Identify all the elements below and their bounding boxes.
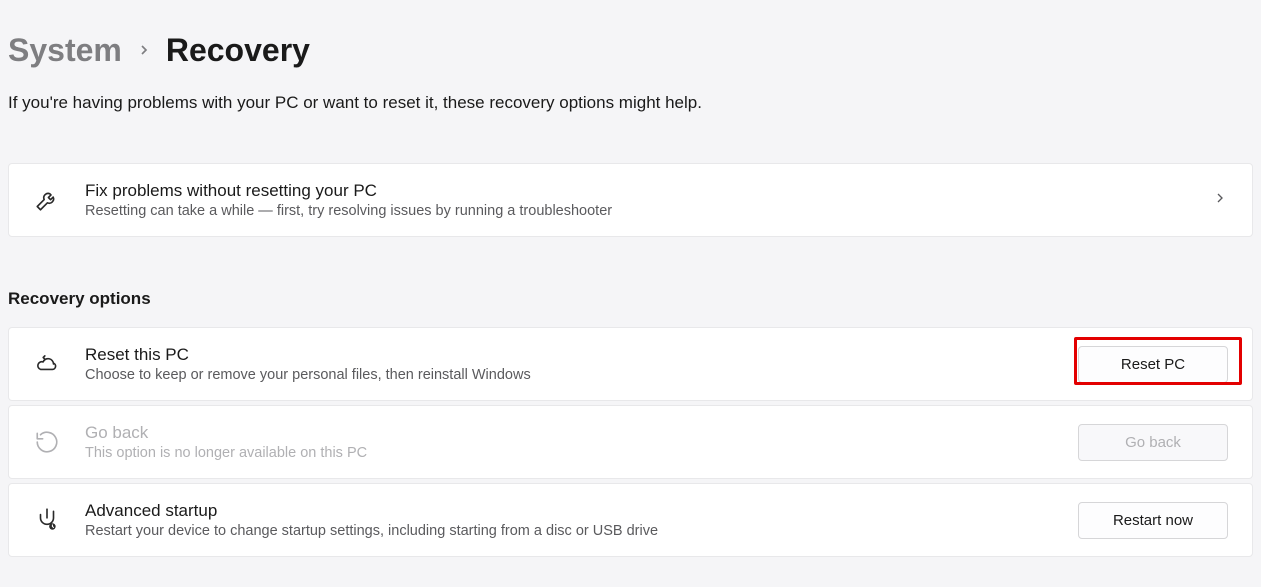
wrench-icon — [33, 186, 61, 214]
breadcrumb-parent-system[interactable]: System — [8, 32, 122, 69]
reset-pc-button[interactable]: Reset PC — [1078, 346, 1228, 383]
reset-pc-card: Reset this PC Choose to keep or remove y… — [8, 327, 1253, 401]
chevron-right-icon — [136, 38, 152, 64]
fix-problems-desc: Resetting can take a while — first, try … — [85, 203, 1212, 219]
cloud-reset-icon — [33, 350, 61, 378]
go-back-card: Go back This option is no longer availab… — [8, 405, 1253, 479]
recovery-options-label: Recovery options — [8, 289, 1253, 309]
go-back-desc: This option is no longer available on th… — [85, 445, 1078, 461]
fix-problems-card[interactable]: Fix problems without resetting your PC R… — [8, 163, 1253, 237]
advanced-startup-title: Advanced startup — [85, 501, 1078, 521]
go-back-button: Go back — [1078, 424, 1228, 461]
fix-problems-title: Fix problems without resetting your PC — [85, 181, 1212, 201]
breadcrumb: System Recovery — [8, 32, 1253, 69]
breadcrumb-current: Recovery — [166, 32, 310, 69]
advanced-startup-card: Advanced startup Restart your device to … — [8, 483, 1253, 557]
go-back-icon — [33, 428, 61, 456]
restart-now-button[interactable]: Restart now — [1078, 502, 1228, 539]
advanced-startup-icon — [33, 506, 61, 534]
advanced-startup-desc: Restart your device to change startup se… — [85, 523, 1078, 539]
reset-pc-desc: Choose to keep or remove your personal f… — [85, 367, 1078, 383]
go-back-title: Go back — [85, 423, 1078, 443]
reset-pc-title: Reset this PC — [85, 345, 1078, 365]
page-subtitle: If you're having problems with your PC o… — [8, 93, 1253, 113]
chevron-right-icon — [1212, 190, 1228, 211]
